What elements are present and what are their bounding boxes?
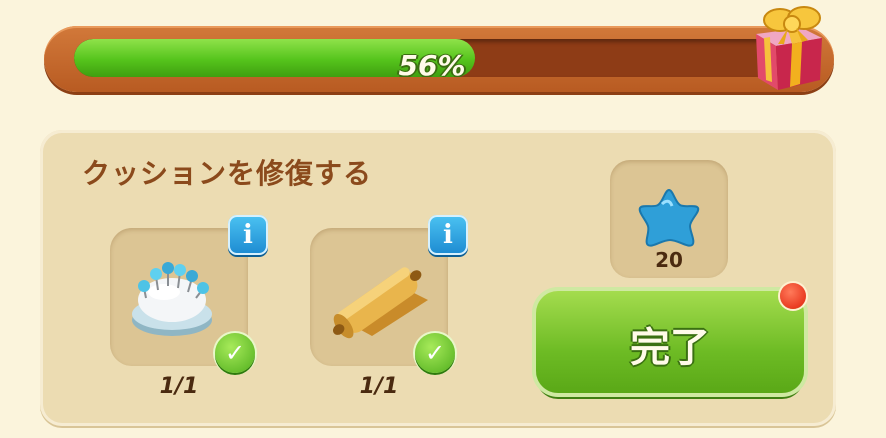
item-info-button[interactable]: i xyxy=(428,215,468,255)
reward-value: 20 xyxy=(655,248,683,272)
complete-button[interactable]: 完了 xyxy=(536,291,804,393)
item-complete-check-icon: ✓ xyxy=(215,333,255,373)
item-count: 1/1 xyxy=(359,374,399,399)
progress-percent: 56% xyxy=(398,49,466,77)
gift-box-icon[interactable] xyxy=(748,0,828,92)
item-count: 1/1 xyxy=(159,374,199,399)
progress-bar: 56% xyxy=(44,26,834,92)
notification-dot xyxy=(780,283,806,309)
item-info-button[interactable]: i xyxy=(228,215,268,255)
task-title: クッションを修復する xyxy=(82,157,373,190)
complete-button-label: 完了 xyxy=(630,325,710,371)
progress-track: 56% xyxy=(74,39,790,77)
item-complete-check-icon: ✓ xyxy=(415,333,455,373)
